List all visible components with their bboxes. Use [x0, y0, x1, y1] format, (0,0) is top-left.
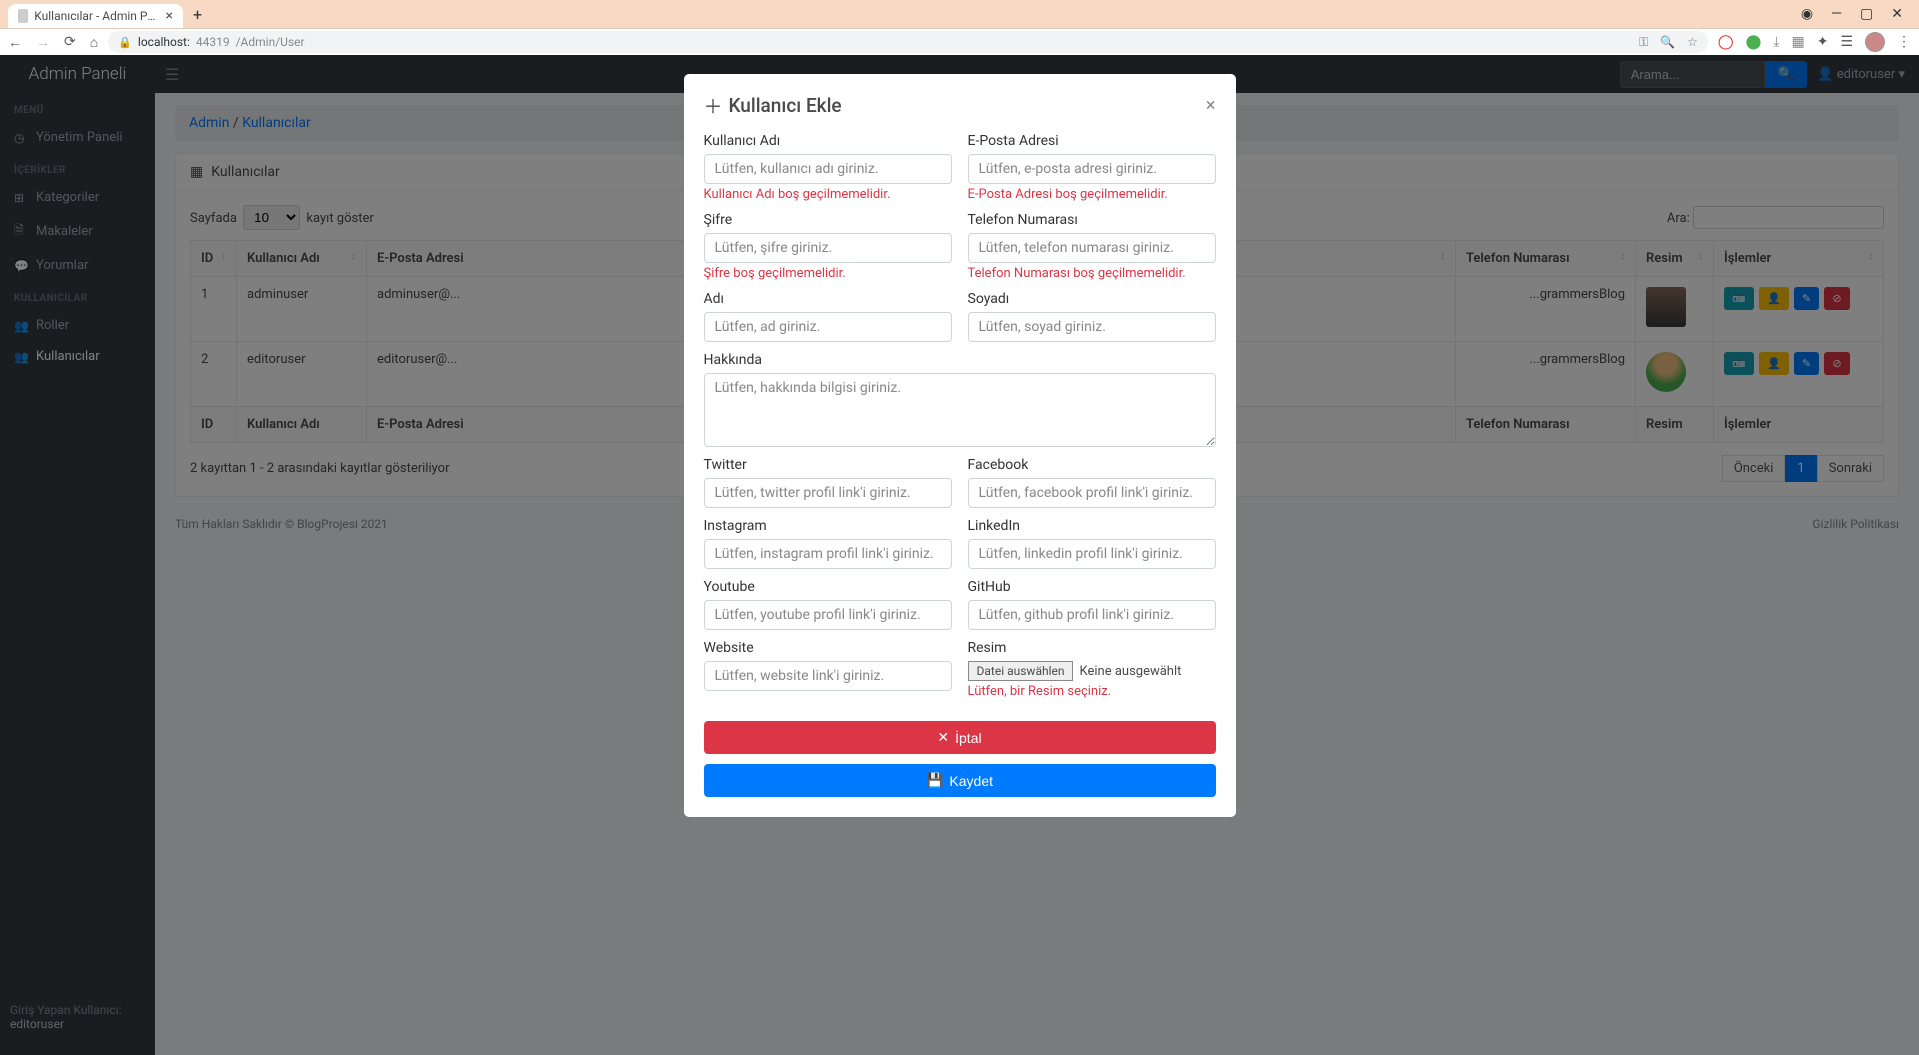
- url-host: localhost:: [138, 35, 190, 49]
- favicon: [18, 9, 28, 23]
- ext-download-icon[interactable]: ⤓: [1773, 34, 1779, 50]
- browser-tab[interactable]: Kullanıcılar - Admin Paneli | Blog ×: [8, 4, 183, 28]
- new-tab-button[interactable]: +: [193, 5, 202, 24]
- error-username: Kullanıcı Adı boş geçilmemelidir.: [704, 187, 952, 202]
- plus-icon: ＋: [704, 92, 723, 119]
- cancel-button[interactable]: ✕ İptal: [704, 721, 1216, 754]
- record-icon[interactable]: ◉: [1801, 6, 1813, 22]
- times-icon: ✕: [937, 729, 949, 746]
- reload-icon[interactable]: ⟳: [64, 34, 76, 51]
- file-empty-text: Keine ausgewählt: [1079, 664, 1181, 679]
- ext-opera-icon[interactable]: ◯: [1718, 34, 1734, 50]
- add-user-modal: ＋ Kullanıcı Ekle × Kullanıcı Adı Kullanı…: [684, 74, 1236, 817]
- tab-close-icon[interactable]: ×: [166, 8, 173, 24]
- file-select-button[interactable]: Datei auswählen: [968, 661, 1074, 681]
- url-port: 44319: [196, 35, 230, 49]
- nav-buttons: ← → ⟳ ⌂: [8, 34, 98, 51]
- error-password: Şifre boş geçilmemelidir.: [704, 266, 952, 281]
- tab-title: Kullanıcılar - Admin Paneli | Blog: [34, 9, 159, 23]
- lastname-input[interactable]: [968, 312, 1216, 342]
- zoom-search-icon[interactable]: 🔍: [1660, 35, 1675, 50]
- address-bar: ← → ⟳ ⌂ 🔒 localhost: 44319/Admin/User ⚿ 🔍…: [0, 28, 1919, 55]
- label-linkedin: LinkedIn: [968, 518, 1216, 534]
- error-email: E-Posta Adresi boş geçilmemelidir.: [968, 187, 1216, 202]
- label-github: GitHub: [968, 579, 1216, 595]
- ext-green-icon[interactable]: ⬤: [1746, 34, 1762, 50]
- label-email: E-Posta Adresi: [968, 133, 1216, 149]
- label-facebook: Facebook: [968, 457, 1216, 473]
- reading-list-icon[interactable]: ☰: [1840, 34, 1853, 50]
- twitter-input[interactable]: [704, 478, 952, 508]
- forward-icon[interactable]: →: [36, 34, 50, 51]
- error-image: Lütfen, bir Resim seçiniz.: [968, 684, 1216, 699]
- phone-input[interactable]: [968, 233, 1216, 263]
- label-username: Kullanıcı Adı: [704, 133, 952, 149]
- error-phone: Telefon Numarası boş geçilmemelidir.: [968, 266, 1216, 281]
- tab-bar: Kullanıcılar - Admin Paneli | Blog × + ◉…: [0, 0, 1919, 28]
- label-lastname: Soyadı: [968, 291, 1216, 307]
- username-input[interactable]: [704, 154, 952, 184]
- save-icon: 💾: [926, 772, 943, 789]
- about-input[interactable]: [704, 373, 1216, 447]
- linkedin-input[interactable]: [968, 539, 1216, 569]
- browser-chrome: Kullanıcılar - Admin Paneli | Blog × + ◉…: [0, 0, 1919, 55]
- toolbar-icons: ◯ ⬤ ⤓ ▦ ✦ ☰ ⋮: [1718, 32, 1911, 52]
- window-controls: ◉ — ▢ ✕: [1801, 6, 1911, 22]
- label-phone: Telefon Numarası: [968, 212, 1216, 228]
- ext-help-icon[interactable]: ▦: [1791, 34, 1804, 50]
- firstname-input[interactable]: [704, 312, 952, 342]
- url-box[interactable]: 🔒 localhost: 44319/Admin/User ⚿ 🔍 ☆: [108, 31, 1708, 53]
- home-icon[interactable]: ⌂: [90, 34, 98, 51]
- minimize-icon[interactable]: —: [1831, 6, 1842, 22]
- label-image: Resim: [968, 640, 1216, 656]
- label-firstname: Adı: [704, 291, 952, 307]
- back-icon[interactable]: ←: [8, 34, 22, 51]
- label-about: Hakkında: [704, 352, 1216, 368]
- profile-avatar[interactable]: [1865, 32, 1885, 52]
- bookmark-icon[interactable]: ☆: [1687, 35, 1698, 50]
- maximize-icon[interactable]: ▢: [1860, 6, 1873, 22]
- label-password: Şifre: [704, 212, 952, 228]
- github-input[interactable]: [968, 600, 1216, 630]
- password-input[interactable]: [704, 233, 952, 263]
- extensions-icon[interactable]: ✦: [1817, 34, 1829, 50]
- label-youtube: Youtube: [704, 579, 952, 595]
- youtube-input[interactable]: [704, 600, 952, 630]
- kebab-icon[interactable]: ⋮: [1897, 34, 1911, 50]
- label-website: Website: [704, 640, 952, 656]
- save-button[interactable]: 💾 Kaydet: [704, 764, 1216, 797]
- website-input[interactable]: [704, 661, 952, 691]
- instagram-input[interactable]: [704, 539, 952, 569]
- lock-icon: 🔒: [118, 36, 132, 49]
- label-twitter: Twitter: [704, 457, 952, 473]
- url-path: /Admin/User: [236, 35, 305, 49]
- modal-title: ＋ Kullanıcı Ekle: [704, 92, 842, 119]
- close-icon[interactable]: ✕: [1891, 6, 1903, 22]
- modal-close-button[interactable]: ×: [1206, 95, 1216, 116]
- email-input[interactable]: [968, 154, 1216, 184]
- key-icon[interactable]: ⚿: [1639, 35, 1648, 50]
- label-instagram: Instagram: [704, 518, 952, 534]
- facebook-input[interactable]: [968, 478, 1216, 508]
